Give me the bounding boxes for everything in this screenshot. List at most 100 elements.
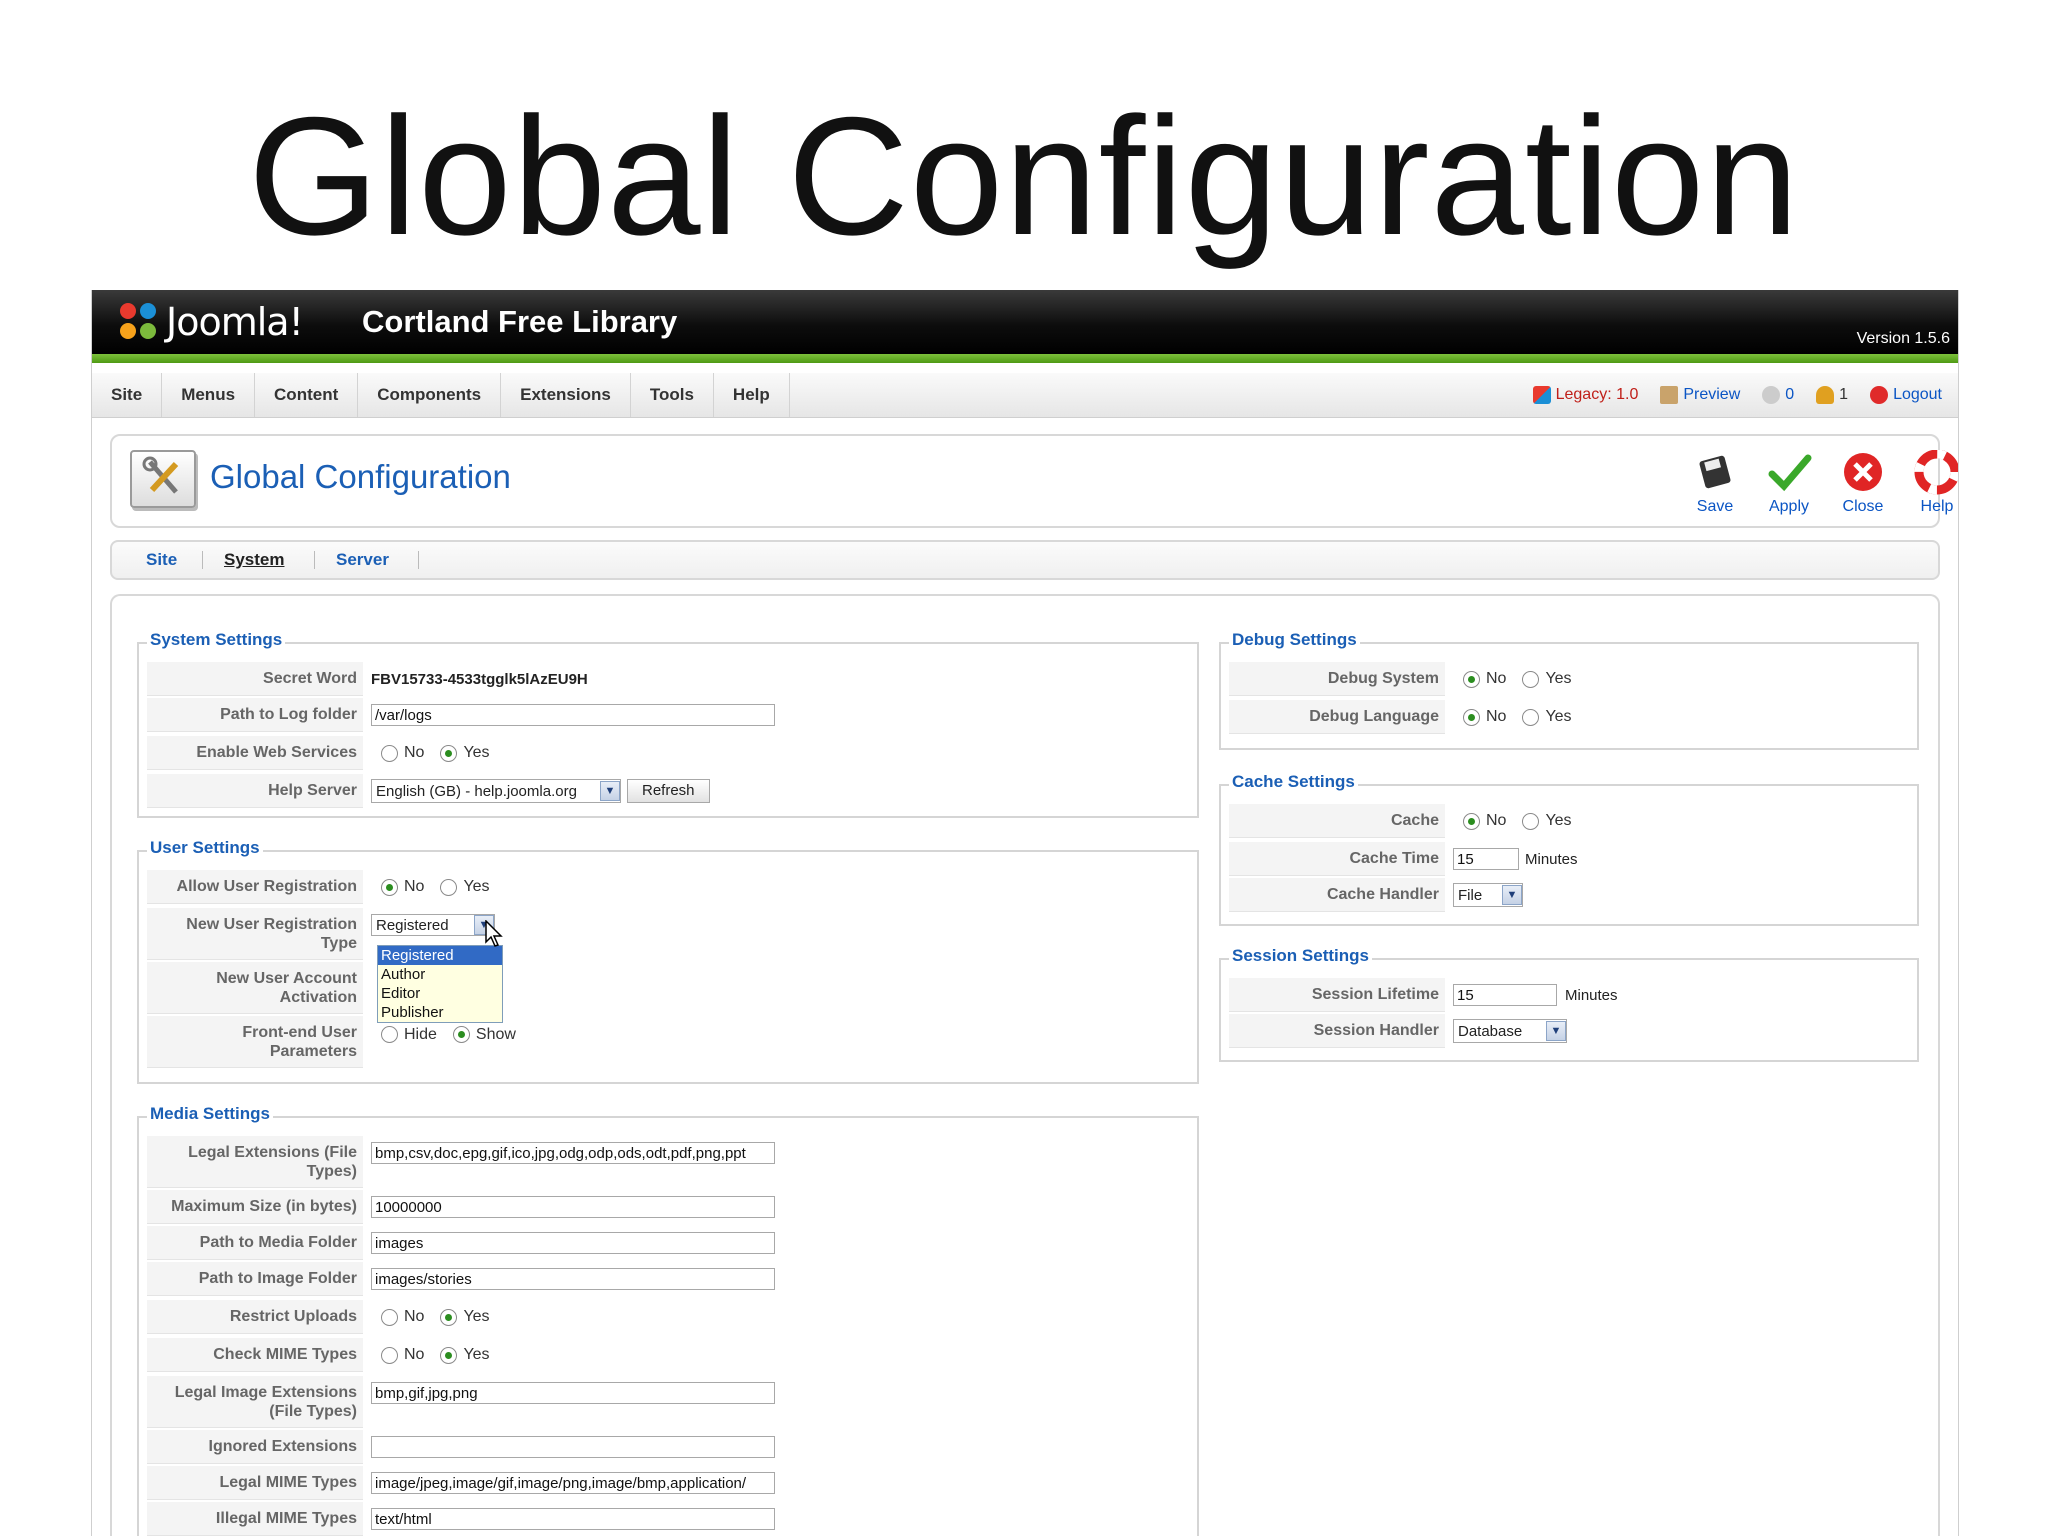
no-label: No: [1486, 670, 1507, 687]
session-settings-fieldset: Session Settings Session Lifetime 15 Minu…: [1219, 946, 1919, 1062]
users-icon: [1816, 386, 1835, 404]
logout-label: Logout: [1893, 386, 1942, 403]
tab-site[interactable]: Site: [146, 542, 177, 578]
log-path-input[interactable]: /var/logs: [371, 704, 775, 726]
joomla-logo-icon: [118, 301, 160, 343]
menu-tools[interactable]: Tools: [631, 373, 714, 417]
cache-time-input[interactable]: 15: [1453, 848, 1519, 870]
legal-extensions-label-line1: Legal Extensions (File: [188, 1144, 357, 1161]
close-button[interactable]: Close: [1830, 450, 1896, 516]
floppy-disk-icon: [1692, 450, 1738, 496]
legal-mime-input[interactable]: image/jpeg,image/gif,image/png,image/bmp…: [371, 1472, 775, 1494]
yes-label: Yes: [463, 1308, 490, 1325]
check-mime-no-radio[interactable]: [381, 1346, 398, 1364]
debug-language-no-radio[interactable]: [1463, 708, 1480, 726]
media-path-label: Path to Media Folder: [147, 1226, 363, 1260]
ignored-ext-input[interactable]: [371, 1436, 775, 1458]
tab-separator: [314, 551, 315, 569]
page-header-panel: Global Configuration Save Apply Close He…: [110, 434, 1958, 528]
preview-link[interactable]: Preview: [1660, 386, 1740, 404]
frontend-hide-radio[interactable]: [381, 1026, 398, 1043]
cache-handler-select[interactable]: File ▼: [1453, 883, 1523, 907]
status-bar: Legacy: 1.0 Preview 0 1 Logout: [1511, 373, 1942, 417]
dropdown-option[interactable]: Publisher: [378, 1003, 502, 1022]
legal-mime-row: Legal MIME Types image/jpeg,image/gif,im…: [147, 1466, 1187, 1500]
dropdown-option[interactable]: Editor: [378, 984, 502, 1003]
lifebuoy-icon: [1914, 449, 1958, 496]
help-button[interactable]: Help: [1904, 449, 1958, 516]
cache-settings-legend: Cache Settings: [1229, 772, 1358, 792]
apply-button[interactable]: Apply: [1756, 450, 1822, 516]
activation-label-line1: New User Account: [216, 970, 357, 987]
max-size-input[interactable]: 10000000: [371, 1196, 775, 1218]
menu-extensions[interactable]: Extensions: [501, 373, 631, 417]
legal-extensions-label: Legal Extensions (File Types): [147, 1136, 363, 1188]
preview-icon: [1660, 386, 1679, 404]
apply-label: Apply: [1768, 498, 1810, 515]
messages-count-label: 0: [1785, 386, 1795, 403]
legal-extensions-input[interactable]: bmp,csv,doc,epg,gif,ico,jpg,odg,odp,ods,…: [371, 1142, 775, 1164]
menu-menus[interactable]: Menus: [162, 373, 256, 417]
config-tools-icon: [130, 450, 196, 508]
dropdown-option[interactable]: Registered: [378, 946, 502, 965]
menu-site[interactable]: Site: [92, 373, 163, 417]
restrict-uploads-no-radio[interactable]: [381, 1308, 398, 1326]
session-handler-value: Database: [1458, 1022, 1523, 1040]
save-label: Save: [1696, 498, 1734, 515]
menu-content[interactable]: Content: [255, 373, 359, 417]
illegal-mime-row: Illegal MIME Types text/html: [147, 1502, 1187, 1536]
debug-settings-fieldset: Debug Settings Debug System No Yes Debug …: [1219, 630, 1919, 750]
max-size-row: Maximum Size (in bytes) 10000000: [147, 1190, 1187, 1224]
cache-no-radio[interactable]: [1463, 812, 1480, 830]
new-user-type-select[interactable]: Registered ▼: [371, 914, 495, 936]
debug-system-no-radio[interactable]: [1463, 670, 1480, 688]
user-type-dropdown-list: Registered Author Editor Publisher: [377, 945, 503, 1023]
media-settings-fieldset: Media Settings Legal Extensions (File Typ…: [137, 1104, 1199, 1536]
media-path-input[interactable]: images: [371, 1232, 775, 1254]
page-title: Global Configuration: [210, 458, 511, 495]
refresh-button[interactable]: Refresh: [627, 779, 710, 803]
tab-server[interactable]: Server: [336, 542, 389, 578]
allow-registration-yes-radio[interactable]: [440, 878, 458, 896]
tab-system[interactable]: System: [224, 542, 284, 578]
cache-time-row: Cache Time 15 Minutes: [1229, 842, 1909, 876]
hide-label: Hide: [404, 1026, 437, 1043]
illegal-mime-input[interactable]: text/html: [371, 1508, 775, 1530]
restrict-uploads-yes-radio[interactable]: [440, 1308, 458, 1326]
debug-language-yes-radio[interactable]: [1522, 708, 1540, 726]
image-path-input[interactable]: images/stories: [371, 1268, 775, 1290]
version-label: Version 1.5.6: [1856, 330, 1950, 347]
menu-components[interactable]: Components: [358, 373, 502, 417]
messages-count[interactable]: 0: [1762, 386, 1794, 404]
legal-image-ext-input[interactable]: bmp,gif,jpg,png: [371, 1382, 775, 1404]
legal-extensions-row: Legal Extensions (File Types) bmp,csv,doc…: [147, 1136, 1187, 1188]
session-lifetime-label: Session Lifetime: [1229, 978, 1445, 1012]
help-server-select[interactable]: English (GB) - help.joomla.org ▼: [371, 779, 621, 803]
web-services-no-radio[interactable]: [381, 744, 398, 762]
check-mime-yes-radio[interactable]: [440, 1346, 458, 1364]
logout-link[interactable]: Logout: [1870, 386, 1942, 404]
web-services-yes-radio[interactable]: [440, 744, 458, 762]
config-subnav: Site System Server: [110, 540, 1940, 580]
no-label: No: [404, 1308, 425, 1325]
debug-system-yes-radio[interactable]: [1522, 670, 1540, 688]
save-button[interactable]: Save: [1682, 450, 1748, 516]
activation-row: New User Account Activation: [147, 962, 1187, 1014]
menu-help[interactable]: Help: [714, 373, 790, 417]
media-settings-legend: Media Settings: [147, 1104, 273, 1124]
user-settings-legend: User Settings: [147, 838, 263, 858]
legal-image-ext-label: Legal Image Extensions (File Types): [147, 1376, 363, 1428]
cache-yes-radio[interactable]: [1522, 812, 1540, 830]
check-mime-row: Check MIME Types No Yes: [147, 1338, 1187, 1372]
allow-registration-no-radio[interactable]: [381, 878, 398, 896]
log-path-row: Path to Log folder /var/logs: [147, 698, 1187, 732]
frontend-show-radio[interactable]: [452, 1026, 470, 1043]
session-handler-select[interactable]: Database ▼: [1453, 1019, 1567, 1043]
dropdown-option[interactable]: Author: [378, 965, 502, 984]
session-lifetime-input[interactable]: 15: [1453, 984, 1557, 1006]
logout-icon: [1870, 386, 1889, 404]
users-online[interactable]: 1: [1816, 386, 1848, 404]
debug-language-row: Debug Language No Yes: [1229, 700, 1909, 734]
legacy-status[interactable]: Legacy: 1.0: [1532, 386, 1638, 404]
max-size-label: Maximum Size (in bytes): [147, 1190, 363, 1224]
